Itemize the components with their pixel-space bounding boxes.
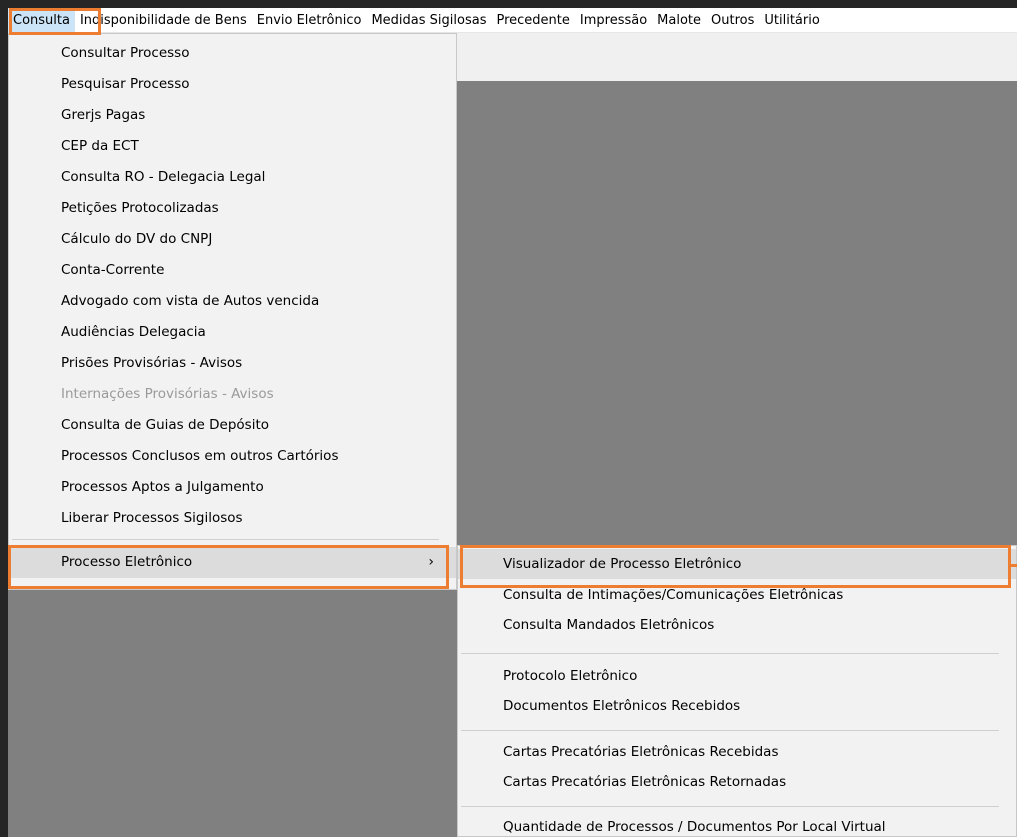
toolbar-area [456, 33, 1017, 81]
submenu-item-visualizador[interactable]: Visualizador de Processo Eletrônico [458, 549, 1016, 579]
menu-item-processos-conclusos[interactable]: Processos Conclusos em outros Cartórios [9, 441, 456, 472]
processo-eletronico-submenu: Visualizador de Processo Eletrônico Cons… [457, 545, 1017, 837]
menu-item-liberar-sigilosos[interactable]: Liberar Processos Sigilosos [9, 503, 456, 534]
menubar-medidas-sigilosas[interactable]: Medidas Sigilosas [366, 8, 491, 33]
menu-item-consultar-processo[interactable]: Consultar Processo [9, 38, 456, 69]
menubar-impressao[interactable]: Impressão [575, 8, 652, 33]
menu-item-calculo-dv-cnpj[interactable]: Cálculo do DV do CNPJ [9, 224, 456, 255]
menu-item-cep-ect[interactable]: CEP da ECT [9, 131, 456, 162]
menu-bar: Consulta Indisponibilidade de Bens Envio… [8, 7, 1017, 33]
menu-separator [461, 653, 999, 654]
submenu-item-cartas-recebidas[interactable]: Cartas Precatórias Eletrônicas Recebidas [458, 737, 1016, 767]
menubar-precedente[interactable]: Precedente [491, 8, 574, 33]
menubar-indisponibilidade[interactable]: Indisponibilidade de Bens [75, 8, 252, 33]
submenu-item-consulta-intimacoes[interactable]: Consulta de Intimações/Comunicações Elet… [458, 580, 1016, 610]
chevron-right-icon: › [428, 554, 434, 570]
workspace-area-left [8, 590, 460, 837]
menu-item-consulta-ro[interactable]: Consulta RO - Delegacia Legal [9, 162, 456, 193]
submenu-item-protocolo-eletronico[interactable]: Protocolo Eletrônico [458, 661, 1016, 691]
menu-separator [461, 806, 999, 807]
menu-item-conta-corrente[interactable]: Conta-Corrente [9, 255, 456, 286]
menubar-utilitario[interactable]: Utilitário [759, 8, 824, 33]
menubar-outros[interactable]: Outros [706, 8, 759, 33]
submenu-item-quantidade-processos[interactable]: Quantidade de Processos / Documentos Por… [458, 812, 1016, 837]
menu-item-grerjs-pagas[interactable]: Grerjs Pagas [9, 100, 456, 131]
menu-item-peticoes-protocolizadas[interactable]: Petições Protocolizadas [9, 193, 456, 224]
submenu-item-consulta-mandados[interactable]: Consulta Mandados Eletrônicos [458, 610, 1016, 640]
menu-item-internacoes-provisorias: Internações Provisórias - Avisos [61, 386, 274, 402]
submenu-item-documentos-recebidos[interactable]: Documentos Eletrônicos Recebidos [458, 691, 1016, 721]
menu-item-pesquisar-processo[interactable]: Pesquisar Processo [9, 69, 456, 100]
menubar-envio-eletronico[interactable]: Envio Eletrônico [252, 8, 367, 33]
menu-item-processo-eletronico[interactable]: Processo Eletrônico › [9, 547, 456, 578]
menu-separator [12, 539, 439, 540]
consulta-menu: Consultar Processo Pesquisar Processo Gr… [8, 33, 457, 590]
menu-item-processo-eletronico-label: Processo Eletrônico [61, 554, 193, 570]
menubar-consulta[interactable]: Consulta [8, 7, 75, 33]
menubar-malote[interactable]: Malote [652, 8, 706, 33]
menu-separator [461, 730, 999, 731]
menu-item-audiencias-delegacia[interactable]: Audiências Delegacia [9, 317, 456, 348]
menu-item-processos-aptos[interactable]: Processos Aptos a Julgamento [9, 472, 456, 503]
highlight-connector [1008, 564, 1017, 567]
menu-item-advogado-vista-vencida[interactable]: Advogado com vista de Autos vencida [9, 286, 456, 317]
menu-item-prisoes-provisorias[interactable]: Prisões Provisórias - Avisos [9, 348, 456, 379]
window-frame-left [0, 8, 8, 837]
menu-item-guias-deposito[interactable]: Consulta de Guias de Depósito [9, 410, 456, 441]
submenu-item-cartas-retornadas[interactable]: Cartas Precatórias Eletrônicas Retornada… [458, 767, 1016, 797]
